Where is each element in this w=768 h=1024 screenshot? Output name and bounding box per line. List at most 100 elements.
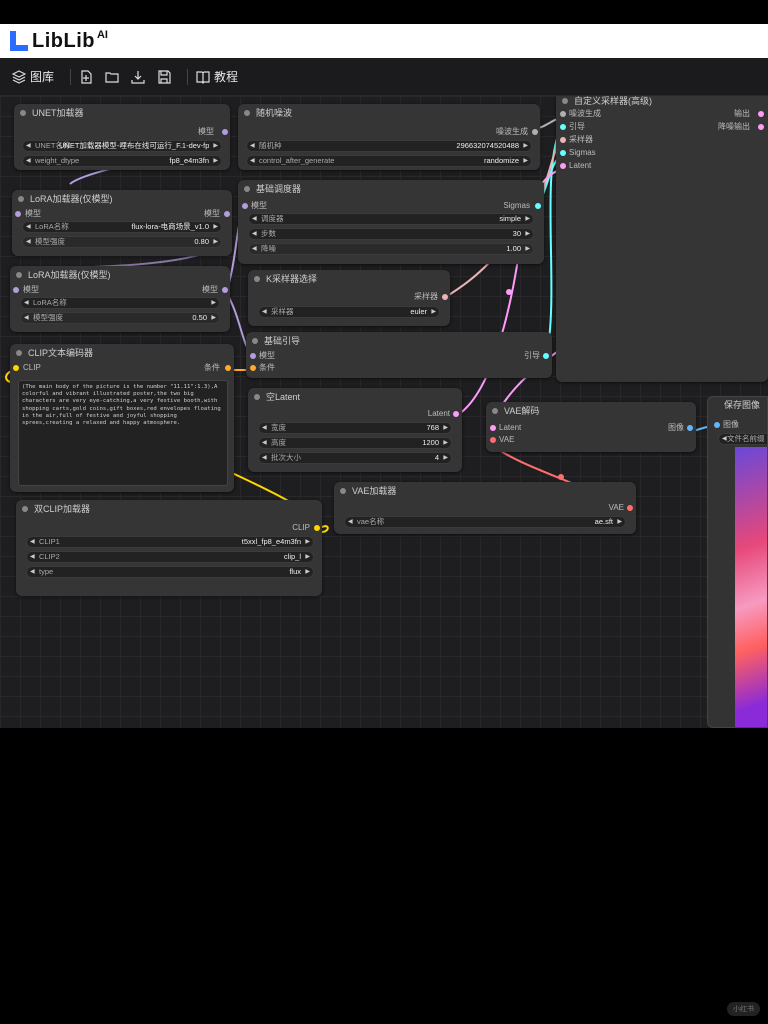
input-sigmas-label: Sigmas (569, 148, 596, 157)
wire-clip-dual-to-text (229, 471, 291, 503)
node-vae-loader[interactable]: VAE加载器 VAE vae名称 ae.sft (334, 482, 636, 534)
node-basic-scheduler[interactable]: 基础调度器 模型 Sigmas 调度器 simple 步数 30 降噪 1.00 (238, 180, 544, 264)
node-ksampler-select[interactable]: K采样器选择 采样器 采样器 euler (248, 270, 450, 326)
liblib-logo[interactable]: LibLib AI (10, 29, 108, 53)
input-vae-port[interactable] (490, 437, 496, 443)
output-noise-port[interactable] (532, 129, 538, 135)
widget-filename-prefix[interactable]: 文件名前缀 (718, 433, 767, 445)
toolbar-divider (70, 68, 72, 85)
node-title: UNET加载器 (14, 104, 230, 122)
widget-scheduler[interactable]: 调度器 simple (248, 213, 534, 225)
node-canvas[interactable]: UNET加载器 模型 UNET名称 UNET加载器模型-哩布在线可运行_F.1-… (0, 96, 768, 728)
widget-vae-name[interactable]: vae名称 ae.sft (344, 516, 626, 528)
node-title: 基础调度器 (238, 180, 544, 198)
widget-batch-size[interactable]: 批次大小 4 (258, 452, 452, 464)
node-title: 空Latent (248, 388, 462, 406)
input-conditioning-port[interactable] (250, 365, 256, 371)
widget-lora-name[interactable]: LoRA名称 (20, 297, 220, 309)
input-model-port[interactable] (13, 287, 19, 293)
widget-sampler-name[interactable]: 采样器 euler (258, 306, 440, 318)
output-denoised-port[interactable] (758, 124, 764, 130)
node-dual-clip-loader[interactable]: 双CLIP加载器 CLIP CLIP1 t5xxl_fp8_e4m3fn CLI… (16, 500, 322, 596)
widget-steps[interactable]: 步数 30 (248, 228, 534, 240)
input-noise-label: 噪波生成 (569, 109, 601, 118)
widget-clip1[interactable]: CLIP1 t5xxl_fp8_e4m3fn (26, 536, 314, 548)
output-image-port[interactable] (687, 425, 693, 431)
input-sampler-port[interactable] (560, 137, 566, 143)
node-random-noise[interactable]: 随机噪波 噪波生成 随机种 296632074520488 control_af… (238, 104, 540, 170)
brand-suffix: AI (96, 29, 108, 41)
input-model-label: 模型 (251, 201, 267, 210)
output-guider-port[interactable] (543, 353, 549, 359)
tutorial-button[interactable]: 教程 (196, 68, 238, 85)
toolbar-divider (187, 68, 189, 85)
gallery-label: 图库 (30, 70, 55, 84)
widget-width[interactable]: 宽度 768 (258, 422, 452, 434)
output-guider-label: 引导 (524, 351, 540, 360)
node-empty-latent[interactable]: 空Latent Latent 宽度 768 高度 1200 批次大小 4 (248, 388, 462, 472)
output-label: 输出 (734, 109, 750, 118)
node-lora-loader-1[interactable]: LoRA加载器(仅模型) 模型 模型 LoRA名称 flux-lora-电商场景… (12, 190, 232, 256)
widget-unet-name[interactable]: UNET名称 UNET加载器模型-哩布在线可运行_F.1-dev-fp8 (22, 140, 222, 152)
output-conditioning-port[interactable] (225, 365, 231, 371)
save-icon[interactable] (157, 69, 171, 84)
output-clip-port[interactable] (314, 525, 320, 531)
toolbar: 图库 教程 (0, 58, 768, 96)
input-noise-port[interactable] (560, 111, 566, 117)
input-image-label: 图像 (723, 420, 739, 429)
output-model-port[interactable] (224, 211, 230, 217)
output-sampler-port[interactable] (442, 294, 448, 300)
widget-type[interactable]: type flux (26, 566, 314, 578)
output-sigmas-port[interactable] (535, 203, 541, 209)
output-model-port[interactable] (222, 287, 228, 293)
input-model-port[interactable] (242, 203, 248, 209)
brand-name: LibLib (32, 29, 95, 52)
input-sigmas-port[interactable] (560, 150, 566, 156)
output-port[interactable] (758, 111, 764, 117)
node-lora-loader-2[interactable]: LoRA加载器(仅模型) 模型 模型 LoRA名称 模型强度 0.50 (10, 266, 230, 332)
input-model-port[interactable] (15, 211, 21, 217)
generated-image-preview[interactable] (735, 447, 767, 727)
output-model-port[interactable] (222, 129, 228, 135)
node-title: VAE加载器 (334, 482, 636, 500)
input-guider-label: 引导 (569, 122, 585, 131)
widget-denoise[interactable]: 降噪 1.00 (248, 243, 534, 255)
new-file-icon[interactable] (79, 69, 93, 84)
input-latent-label: Latent (499, 423, 522, 432)
input-image-port[interactable] (714, 422, 720, 428)
book-icon (196, 70, 210, 84)
prompt-textarea[interactable]: (The main body of the picture is the num… (18, 380, 228, 486)
node-title: CLIP文本编码器 (10, 344, 234, 362)
output-vae-label: VAE (608, 503, 624, 512)
node-save-image[interactable]: 保存图像 图像 文件名前缀 (707, 396, 768, 728)
input-latent-port[interactable] (490, 425, 496, 431)
node-vae-decode[interactable]: VAE解码 Latent VAE 图像 (486, 402, 696, 452)
node-custom-sampler-advanced[interactable]: 自定义采样器(高级) 噪波生成 引导 采样器 Sigmas Latent 输出 … (556, 96, 768, 382)
widget-lora-name[interactable]: LoRA名称 flux-lora-电商场景_v1.0 (22, 221, 222, 233)
download-icon[interactable] (131, 70, 145, 84)
input-latent-label: Latent (569, 161, 592, 170)
gallery-button[interactable]: 图库 (12, 68, 54, 85)
open-folder-icon[interactable] (105, 70, 119, 84)
input-guider-port[interactable] (560, 124, 566, 130)
widget-control-after-generate[interactable]: control_after_generate randomize (246, 155, 532, 167)
input-clip-port[interactable] (13, 365, 19, 371)
output-latent-port[interactable] (453, 411, 459, 417)
node-title: LoRA加载器(仅模型) (12, 190, 232, 208)
node-clip-text-encoder[interactable]: CLIP文本编码器 CLIP 条件 (The main body of the … (10, 344, 234, 492)
layers-icon (12, 69, 26, 84)
node-title: K采样器选择 (248, 270, 450, 288)
widget-weight-dtype[interactable]: weight_dtype fp8_e4m3fn (22, 155, 222, 167)
widget-model-strength[interactable]: 模型强度 0.80 (22, 236, 222, 248)
input-model-port[interactable] (250, 353, 256, 359)
output-vae-port[interactable] (627, 505, 633, 511)
input-model-label: 模型 (259, 351, 275, 360)
widget-seed[interactable]: 随机种 296632074520488 (246, 140, 532, 152)
widget-height[interactable]: 高度 1200 (258, 437, 452, 449)
widget-model-strength[interactable]: 模型强度 0.50 (20, 312, 220, 324)
output-noise-label: 噪波生成 (496, 127, 528, 136)
widget-clip2[interactable]: CLIP2 clip_l (26, 551, 314, 563)
input-latent-port[interactable] (560, 163, 566, 169)
node-basic-guider[interactable]: 基础引导 模型 条件 引导 (246, 332, 552, 378)
node-unet-loader[interactable]: UNET加载器 模型 UNET名称 UNET加载器模型-哩布在线可运行_F.1-… (14, 104, 230, 170)
